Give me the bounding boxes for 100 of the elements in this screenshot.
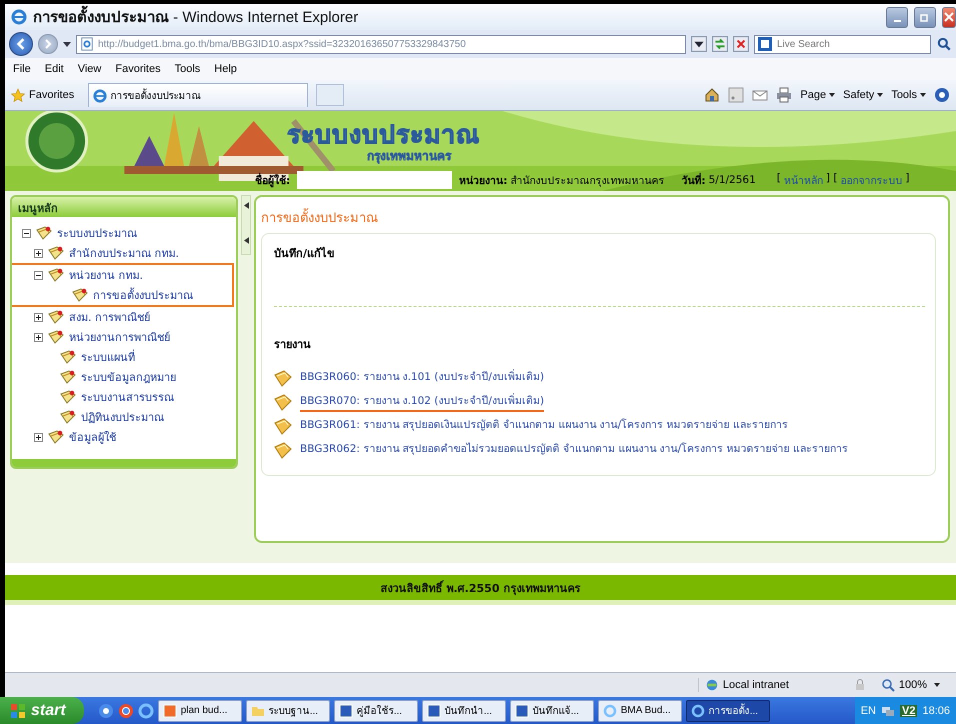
unit-name: สำนักงบประมาณกรุงเทพมหานคร [510,174,664,188]
bracket: ] [905,172,910,186]
menu-item[interactable]: Favorites [115,63,161,75]
menu-item[interactable]: Help [214,63,237,75]
section-heading: รายงาน [274,337,312,353]
address-field[interactable]: http://budget1.bma.go.th/bma/BBG3ID10.aspx?ssid=323201636507753329843750 [76,34,686,54]
zoom-button[interactable]: 100% [874,677,946,693]
report-link[interactable]: BBG3R062: รายงาน สรุปยอดคำขอไม่รวมยอดแปรญัตติ จำแนกตาม แผนงาน งาน/โครงการ หมวดรายจ่าย และรายการ [300,440,848,460]
menu-item[interactable]: Edit [44,63,64,75]
document-icon [338,704,353,718]
bracket: [ [776,172,781,186]
refresh-icon[interactable] [712,36,728,52]
menu-item[interactable]: Tools [174,63,200,75]
command-menu[interactable]: Page [800,89,836,101]
caret-icon [920,93,926,98]
windows-logo-icon [10,702,26,718]
globe-icon [704,678,719,692]
unit-label: หน่วยงาน: [459,174,508,188]
browser-icon [602,704,617,718]
folder-icon [36,225,52,241]
collapse-icon[interactable] [34,270,43,280]
minimize-icon [894,20,900,22]
command-menu[interactable]: Tools [891,89,926,101]
forward-button[interactable] [38,34,58,54]
taskbar-button[interactable]: plan bud... [158,700,242,722]
tray-badge[interactable]: V2 [900,704,918,716]
taskbar-button[interactable]: การขอตั้ง... [686,700,770,722]
close-icon [944,12,954,22]
caret-icon [829,93,836,98]
tree-item[interactable]: สำนักงบประมาณ กทม. [69,244,179,262]
tree-item[interactable]: ระบบข้อมูลกฎหมาย [81,368,176,386]
folder-icon [60,349,76,365]
home-icon[interactable] [704,87,720,103]
taskbar-button[interactable]: ระบบฐาน... [246,700,330,722]
app-icon[interactable] [118,702,134,718]
site-subtitle: กรุงเทพมหานคร [367,149,451,163]
language-indicator[interactable]: EN [860,704,876,716]
taskbar-button[interactable]: BMA Bud... [598,700,682,722]
caret-icon [934,683,940,687]
restore-button[interactable] [914,6,936,28]
command-menu[interactable]: Safety [843,89,884,101]
favorites-button[interactable]: Favorites [11,88,74,102]
expand-icon[interactable] [34,312,43,322]
dropdown-icon[interactable] [691,36,707,52]
section-heading: บันทึก/แก้ไข [274,246,336,262]
tree-item[interactable]: ระบบแผนที่ [81,348,135,366]
clock: 18:06 [922,704,950,716]
date-label: วันที่: [681,172,706,188]
dropdown-icon[interactable] [63,40,71,48]
folder-icon [48,267,64,283]
document-icon [426,704,441,718]
collapse-icon[interactable] [22,228,31,238]
folder-icon [48,429,64,445]
star-icon [11,88,25,102]
tree-item[interactable]: การขอตั้งงบประมาณ [93,286,193,304]
browser-icon[interactable] [138,702,154,718]
menu-item[interactable]: File [13,63,31,75]
date-value: 5/1/2561 [708,174,756,186]
app-icon[interactable] [98,702,114,718]
bracket: ] [ [826,172,838,186]
folder-icon [60,369,76,385]
expand-icon[interactable] [34,332,43,342]
tree-item[interactable]: ข้อมูลผู้ใช้ [69,428,116,446]
tree-item[interactable]: ปฏิทินงบประมาณ [81,408,164,426]
back-button[interactable] [9,32,33,56]
close-button[interactable] [942,6,956,28]
search-provider-icon [758,36,772,50]
search-field[interactable]: Live Search [754,34,931,54]
arrow-icon [244,237,248,244]
tree-item[interactable]: ระบบงานสารบรรณ [81,388,174,406]
folder-icon [48,309,64,325]
report-link[interactable]: BBG3R060: รายงาน ง.101 (งบประจำปี/งบเพิ่มเติม) [300,368,544,388]
taskbar-button[interactable]: บันทึกนำ... [422,700,506,722]
minimize-button[interactable] [886,6,908,28]
tree-item[interactable]: สงม. การพาณิชย์ [69,308,150,326]
browser-icon [690,704,705,718]
tree-item[interactable]: หน่วยงาน กทม. [69,266,143,284]
expand-icon[interactable] [34,432,43,442]
collapse-strip[interactable] [241,195,251,255]
stop-icon[interactable] [733,36,749,52]
window-title: การขอตั้งงบประมาณ - Windows Internet Explorer [33,5,358,29]
expand-icon[interactable] [34,248,43,258]
folder-icon [72,287,88,303]
browser-icon [93,88,108,102]
printer-icon[interactable] [776,87,792,103]
folder-icon [274,417,292,435]
zone-indicator: Local intranet [698,678,845,692]
caret-icon [877,93,884,98]
search-icon[interactable] [936,36,952,52]
tree-item[interactable]: หน่วยงานการพาณิชย์ [69,328,170,346]
taskbar-button[interactable]: คู่มือใช้ร... [334,700,418,722]
tree-item[interactable]: ระบบงบประมาณ [57,224,137,242]
folder-icon [60,409,76,425]
menu-item[interactable]: View [78,63,102,75]
report-link[interactable]: BBG3R061: รายงาน สรุปยอดเงินแปรญัตติ จำแนกตาม แผนงาน งาน/โครงการ หมวดรายจ่าย และรายการ [300,416,788,436]
browser-tab[interactable]: การขอตั้งงบประมาณ [88,83,308,107]
report-link[interactable]: BBG3R070: รายงาน ง.102 (งบประจำปี/งบเพิ่มเติม) [300,392,544,412]
footer-bar: สงวนลิขสิทธิ์ พ.ศ.2550 กรุงเทพมหานคร [5,575,956,605]
taskbar-button[interactable]: บันทึกแจ้... [510,700,594,722]
folder-icon [274,441,292,459]
